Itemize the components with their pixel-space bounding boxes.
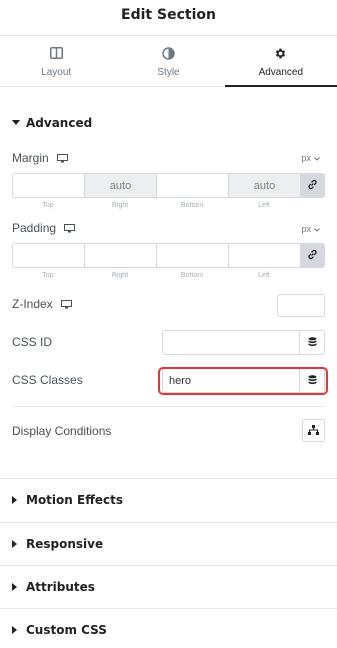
- z-index-label-row: Z-Index: [12, 297, 72, 311]
- padding-dimension-labels: Top Right Bottom Left: [12, 272, 325, 279]
- database-icon: [308, 334, 317, 352]
- tab-style-label: Style: [157, 67, 180, 78]
- motion-effects-section-toggle[interactable]: Motion Effects: [12, 493, 123, 507]
- motion-effects-title: Motion Effects: [26, 493, 124, 507]
- tab-layout-label: Layout: [41, 67, 72, 78]
- style-icon: [161, 46, 175, 60]
- tab-advanced[interactable]: Advanced: [224, 36, 337, 87]
- margin-label: Margin: [12, 151, 49, 165]
- tab-layout[interactable]: Layout: [0, 36, 112, 86]
- caret-right-icon: [12, 539, 22, 549]
- css-classes-label: CSS Classes: [12, 373, 83, 387]
- caret-right-icon: [12, 582, 22, 592]
- dim-label-right: Right: [111, 202, 129, 209]
- display-conditions-label-row: Display Conditions: [12, 424, 111, 438]
- sitemap-icon: [308, 422, 319, 440]
- panel-tabs: Layout Style Advanced: [0, 36, 337, 87]
- divider: [0, 522, 337, 523]
- panel-header: Edit Section: [0, 0, 337, 36]
- dim-label-bottom: Bottom: [180, 202, 204, 209]
- css-classes-label-row: CSS Classes: [12, 373, 83, 387]
- margin-label-row: Margin: [12, 151, 68, 165]
- display-conditions-label: Display Conditions: [12, 424, 112, 438]
- advanced-section-title: Advanced: [26, 116, 93, 130]
- padding-label-row: Padding: [12, 221, 76, 235]
- desktop-icon[interactable]: [60, 299, 72, 309]
- css-id-label: CSS ID: [12, 335, 53, 349]
- divider: [0, 565, 337, 566]
- margin-right-input[interactable]: auto: [85, 174, 157, 197]
- responsive-title: Responsive: [26, 537, 104, 551]
- css-id-label-row: CSS ID: [12, 335, 52, 349]
- padding-label: Padding: [12, 221, 57, 235]
- padding-unit-select[interactable]: px: [301, 224, 320, 234]
- margin-unit-value: px: [301, 153, 311, 163]
- display-conditions-button[interactable]: [302, 419, 325, 442]
- dim-label-top: Top: [42, 272, 54, 279]
- dim-label-bottom: Bottom: [180, 272, 204, 279]
- css-id-field: [162, 330, 325, 355]
- divider: [0, 608, 337, 609]
- layout-icon: [49, 46, 63, 60]
- link-icon: [307, 177, 318, 195]
- link-icon: [307, 247, 318, 265]
- padding-link-button[interactable]: [301, 244, 324, 267]
- responsive-section-toggle[interactable]: Responsive: [12, 537, 103, 551]
- tab-style[interactable]: Style: [112, 36, 224, 86]
- margin-top-input[interactable]: [13, 174, 85, 197]
- padding-top-input[interactable]: [13, 244, 85, 267]
- css-classes-highlight: [158, 367, 328, 395]
- margin-left-input[interactable]: auto: [229, 174, 301, 197]
- attributes-title: Attributes: [26, 580, 95, 594]
- dim-label-left: Left: [258, 272, 270, 279]
- custom-css-section-toggle[interactable]: Custom CSS: [12, 623, 107, 637]
- padding-dimensions: [12, 243, 325, 268]
- padding-bottom-input[interactable]: [157, 244, 229, 267]
- chevron-down-icon: [314, 153, 320, 163]
- divider: [12, 406, 325, 407]
- desktop-icon[interactable]: [56, 153, 68, 163]
- padding-left-input[interactable]: [229, 244, 301, 267]
- gear-icon: [274, 46, 288, 60]
- panel-title: Edit Section: [121, 7, 216, 23]
- dim-label-right: Right: [111, 272, 129, 279]
- caret-down-icon: [12, 118, 22, 128]
- caret-right-icon: [12, 495, 22, 505]
- z-index-label: Z-Index: [12, 297, 53, 311]
- attributes-section-toggle[interactable]: Attributes: [12, 580, 95, 594]
- css-id-dynamic-button[interactable]: [299, 331, 324, 354]
- caret-right-icon: [12, 625, 22, 635]
- z-index-input[interactable]: [277, 294, 325, 317]
- padding-right-input[interactable]: [85, 244, 157, 267]
- custom-css-title: Custom CSS: [26, 623, 107, 637]
- margin-dimensions: auto auto: [12, 173, 325, 198]
- margin-bottom-input[interactable]: [157, 174, 229, 197]
- advanced-section-toggle[interactable]: Advanced: [12, 116, 92, 130]
- desktop-icon[interactable]: [64, 223, 76, 233]
- margin-link-button[interactable]: [301, 174, 324, 197]
- divider: [0, 478, 337, 479]
- padding-unit-value: px: [301, 224, 311, 234]
- margin-unit-select[interactable]: px: [301, 153, 320, 163]
- css-id-input[interactable]: [163, 331, 299, 354]
- dim-label-left: Left: [258, 202, 270, 209]
- chevron-down-icon: [314, 224, 320, 234]
- dim-label-top: Top: [42, 202, 54, 209]
- margin-dimension-labels: Top Right Bottom Left: [12, 202, 325, 209]
- tab-advanced-label: Advanced: [258, 67, 304, 78]
